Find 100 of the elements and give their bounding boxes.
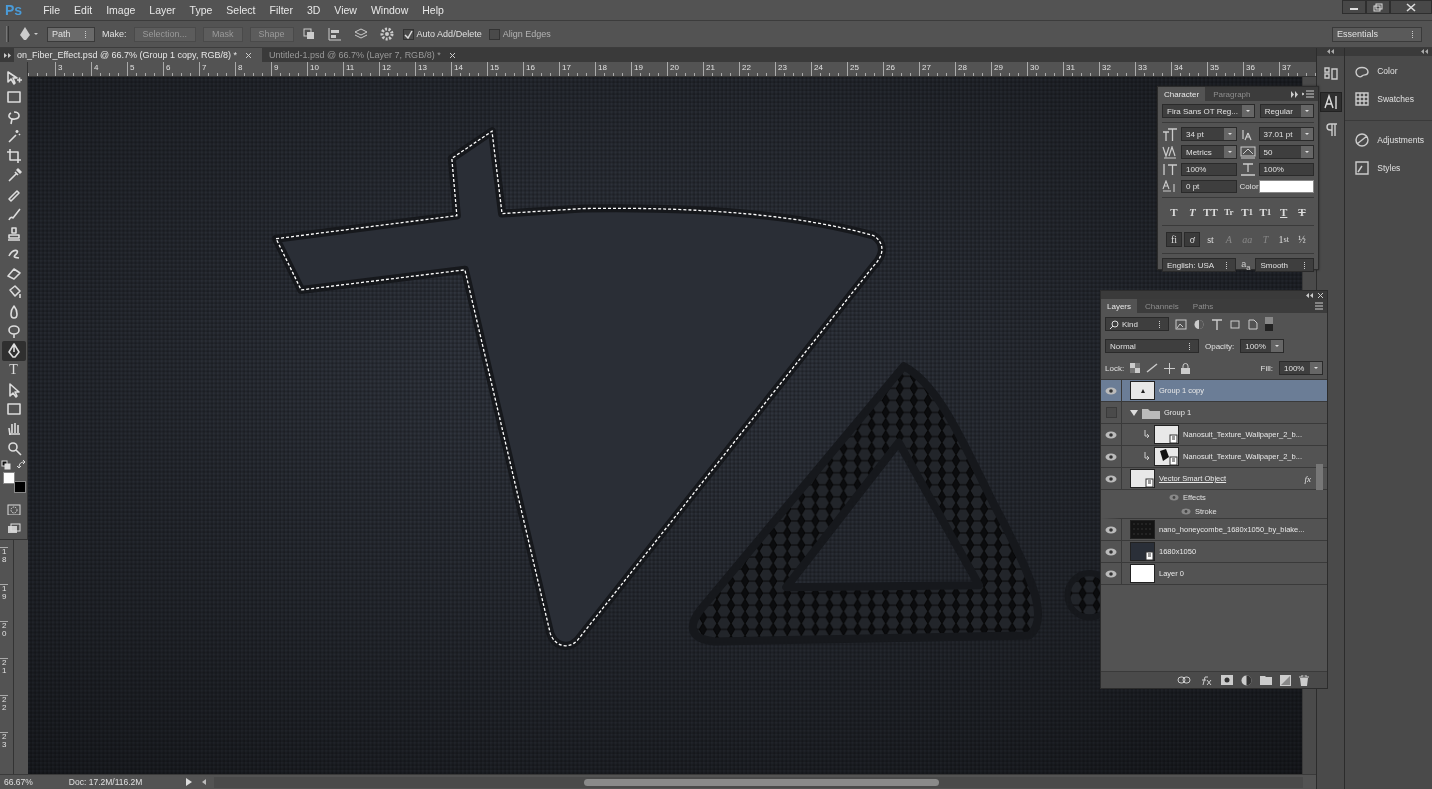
panel-tab[interactable]: Paragraph [1207, 87, 1257, 101]
text-style-button[interactable]: T [1275, 204, 1292, 219]
menu-item[interactable]: Type [184, 2, 218, 18]
screen-mode-icon[interactable] [6, 523, 21, 535]
color-swatch[interactable] [13, 481, 26, 493]
effects-badge[interactable]: fx [1304, 473, 1311, 484]
adjustment-filter-icon[interactable] [1193, 318, 1205, 330]
menu-item[interactable]: Window [365, 2, 414, 18]
panel-tab[interactable]: Layers [1101, 299, 1137, 313]
menu-item[interactable]: Select [221, 2, 261, 18]
adjustment-icon[interactable] [1241, 674, 1252, 686]
fill-field[interactable]: 100% [1279, 361, 1323, 375]
opentype-button[interactable]: st [1202, 232, 1219, 247]
menu-item[interactable]: Filter [264, 2, 298, 18]
menu-item[interactable]: Image [101, 2, 141, 18]
new-layer-icon[interactable] [1280, 674, 1291, 686]
panel-button[interactable]: Color [1345, 56, 1432, 84]
pen-tool-button[interactable] [1, 341, 26, 361]
eye-icon[interactable] [1105, 386, 1117, 395]
minimize-icon[interactable] [1342, 0, 1366, 14]
color-swatch[interactable] [2, 472, 15, 484]
panel-tab[interactable]: Character [1158, 87, 1206, 101]
folder-icon[interactable] [1260, 675, 1272, 685]
auto-add-delete-checkbox[interactable]: Auto Add/Delete [402, 28, 482, 40]
scrollbar-thumb[interactable] [584, 778, 940, 786]
horizontal-scale-field[interactable]: 100% [1258, 163, 1314, 176]
scrollbar[interactable] [1316, 464, 1323, 490]
font-size-dropdown[interactable]: 34 pt [1181, 127, 1237, 141]
trash-icon[interactable] [1299, 674, 1309, 686]
filter-toggle-icon[interactable] [1265, 317, 1273, 331]
kerning-dropdown[interactable]: Metrics [1181, 145, 1237, 159]
swap-colors-icon[interactable] [16, 460, 27, 470]
image-filter-icon[interactable] [1175, 318, 1187, 330]
tracking-dropdown[interactable]: 50 [1258, 145, 1314, 159]
opacity-field[interactable]: 100% [1240, 339, 1285, 353]
restore-icon[interactable] [1366, 0, 1390, 14]
menu-item[interactable]: Edit [69, 2, 98, 18]
eye-icon[interactable] [1105, 569, 1117, 578]
eye-icon[interactable] [1105, 452, 1117, 461]
shape-filter-icon[interactable] [1229, 318, 1241, 330]
opentype-button[interactable]: fi [1166, 232, 1182, 247]
type-tool-button[interactable]: T [1, 360, 26, 380]
text-style-button[interactable]: T [1184, 204, 1201, 219]
document-tab[interactable]: Untitled-1.psd @ 66.7% (Layer 7, RGB/8) * [265, 48, 466, 62]
document-tab[interactable]: on_Fiber_Effect.psd @ 66.7% (Group 1 copy, RGB/8) * [14, 48, 262, 62]
align-edges-checkbox[interactable]: Align Edges [488, 28, 551, 40]
panel-tab[interactable]: Paths [1186, 299, 1220, 313]
smart-object-filter-icon[interactable] [1247, 318, 1259, 330]
text-style-button[interactable]: TT [1202, 204, 1219, 219]
link-icon[interactable] [1177, 676, 1191, 684]
fx-icon[interactable] [1199, 674, 1213, 686]
zoom-level[interactable]: 66.67% [4, 777, 33, 787]
font-style-dropdown[interactable]: Regular [1259, 104, 1314, 118]
scroll-left-icon[interactable] [200, 778, 209, 786]
move-icon[interactable] [1164, 362, 1176, 374]
path-alignment-icon[interactable] [325, 26, 344, 42]
panel-button[interactable]: Swatches [1345, 84, 1432, 112]
eye-icon[interactable] [1105, 547, 1117, 556]
panel-button[interactable]: Adjustments [1345, 120, 1432, 153]
collapse-icon[interactable] [1327, 49, 1335, 54]
blend-mode-dropdown[interactable]: Normal [1105, 339, 1199, 353]
text-style-button[interactable]: T [1166, 204, 1182, 219]
menu-item[interactable]: Layer [144, 2, 181, 18]
panel-menu-icon[interactable] [1302, 90, 1314, 98]
menu-item[interactable]: Help [417, 2, 449, 18]
menu-item[interactable]: File [38, 2, 66, 18]
collapse-icon[interactable] [1421, 49, 1428, 54]
lock-transparency-icon[interactable] [1130, 363, 1141, 373]
eye-icon[interactable] [1105, 430, 1117, 439]
language-dropdown[interactable]: English: USA [1162, 258, 1237, 272]
eye-icon[interactable] [1105, 525, 1117, 534]
quick-mask-icon[interactable] [6, 503, 21, 516]
horizontal-scrollbar[interactable] [214, 776, 1304, 788]
baseline-shift-field[interactable]: 0 pt [1181, 180, 1237, 193]
menu-item[interactable]: 3D [301, 2, 326, 18]
expand-triangle-icon[interactable] [1130, 408, 1138, 417]
filter-dropdown[interactable]: Kind [1105, 317, 1169, 331]
leading-dropdown[interactable]: 37.01 pt [1258, 127, 1314, 141]
lock-icon[interactable] [1181, 362, 1191, 374]
panel-button[interactable]: Styles [1345, 153, 1432, 181]
mask-icon[interactable] [1221, 675, 1233, 685]
brush-icon[interactable] [1146, 363, 1159, 373]
menu-item[interactable]: View [329, 2, 362, 18]
panel-tab[interactable]: Channels [1139, 299, 1185, 313]
opentype-button[interactable]: ơ [1184, 232, 1201, 247]
color-swatch[interactable] [1258, 180, 1314, 193]
antialiasing-dropdown[interactable]: Smooth [1255, 258, 1314, 272]
mode-dropdown[interactable]: Path [47, 26, 95, 42]
expand-icon[interactable] [3, 52, 11, 58]
font-family-dropdown[interactable]: Fira Sans OT Reg... [1162, 104, 1255, 118]
eye-icon[interactable] [1105, 474, 1117, 483]
default-colors-icon[interactable] [0, 460, 11, 470]
opentype-button[interactable]: ½ [1293, 232, 1310, 247]
text-style-button[interactable]: Tr [1220, 204, 1237, 219]
vertical-scale-field[interactable]: 100% [1181, 163, 1237, 176]
close-icon[interactable] [1390, 0, 1432, 14]
workspace-dropdown[interactable]: Essentials [1332, 26, 1422, 42]
text-style-button[interactable]: T [1293, 204, 1310, 219]
expand-icon[interactable] [1290, 90, 1300, 98]
character-panel-button[interactable] [1319, 92, 1342, 112]
